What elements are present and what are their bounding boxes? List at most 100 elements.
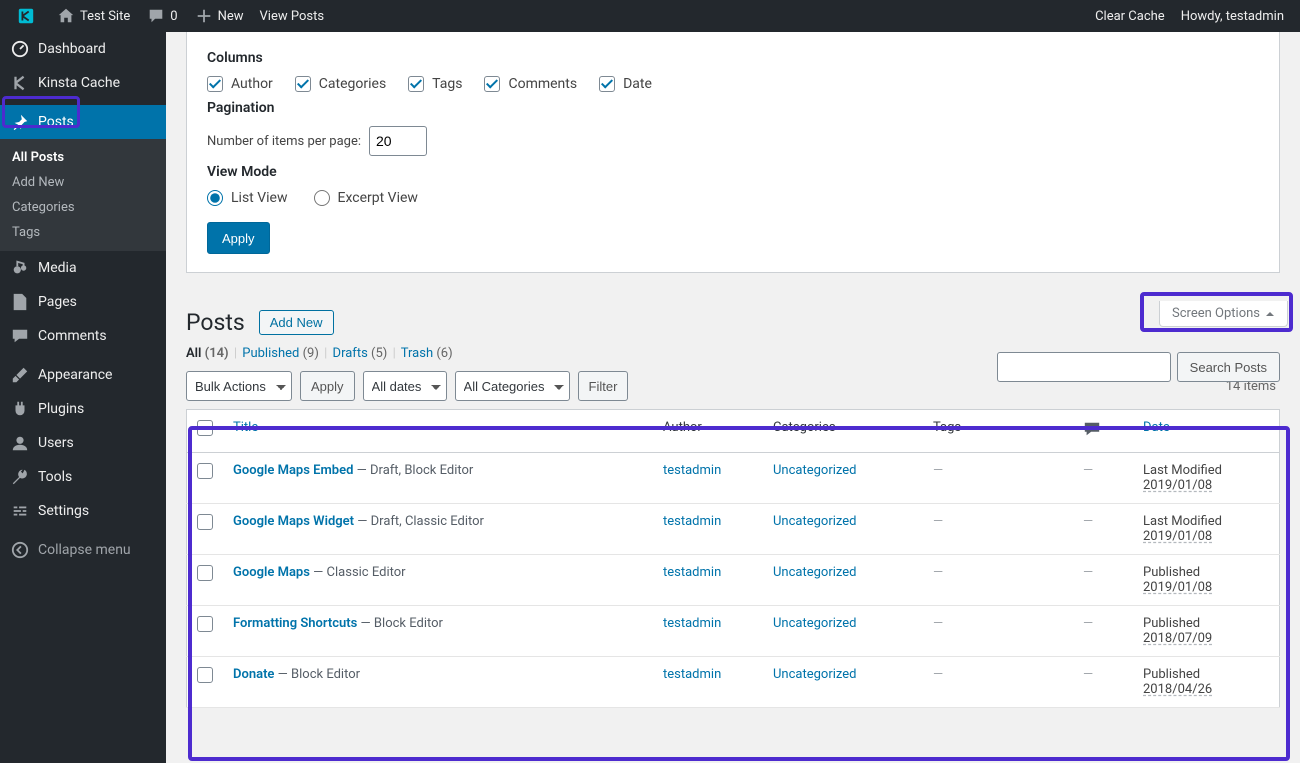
admin-bar: Test Site 0 New View Posts Clear Cache H… bbox=[0, 0, 1300, 32]
chevron-up-icon bbox=[1265, 309, 1275, 319]
table-row: Google Maps Embed — Draft, Block Editor … bbox=[187, 453, 1280, 504]
pagination-heading: Pagination bbox=[207, 100, 1259, 116]
menu-label: Kinsta Cache bbox=[38, 75, 120, 91]
posts-submenu: All Posts Add New Categories Tags bbox=[0, 139, 166, 251]
date-status: Last Modified bbox=[1143, 463, 1222, 478]
menu-pages[interactable]: Pages bbox=[0, 285, 166, 319]
menu-posts[interactable]: Posts bbox=[0, 105, 166, 139]
bulk-apply-button[interactable]: Apply bbox=[300, 371, 355, 401]
category-link[interactable]: Uncategorized bbox=[773, 616, 856, 631]
filter-trash[interactable]: Trash (6) bbox=[401, 346, 453, 361]
checkbox-categories[interactable] bbox=[295, 76, 311, 92]
comments-link[interactable]: 0 bbox=[138, 0, 185, 32]
author-link[interactable]: testadmin bbox=[663, 565, 721, 580]
col-toggle-comments[interactable]: Comments bbox=[484, 76, 577, 92]
menu-label: Appearance bbox=[38, 367, 112, 383]
search-button[interactable]: Search Posts bbox=[1177, 352, 1280, 382]
submenu-add-new[interactable]: Add New bbox=[0, 170, 166, 195]
date-value: 2018/07/09 bbox=[1143, 631, 1212, 646]
filter-all[interactable]: All (14) bbox=[186, 346, 229, 361]
menu-dashboard[interactable]: Dashboard bbox=[0, 32, 166, 66]
tags-value: — bbox=[933, 565, 943, 580]
menu-label: Tools bbox=[38, 469, 72, 485]
col-header-title[interactable]: Title bbox=[223, 410, 653, 453]
new-content-link[interactable]: New bbox=[186, 0, 252, 32]
category-link[interactable]: Uncategorized bbox=[773, 565, 856, 580]
author-link[interactable]: testadmin bbox=[663, 463, 721, 478]
author-link[interactable]: testadmin bbox=[663, 616, 721, 631]
date-filter-select[interactable]: All dates bbox=[363, 371, 447, 401]
count: (9) bbox=[303, 346, 319, 361]
radio-list-view[interactable] bbox=[207, 190, 223, 206]
select-all-checkbox[interactable] bbox=[197, 420, 213, 436]
view-posts-link[interactable]: View Posts bbox=[252, 0, 333, 32]
col-toggle-date[interactable]: Date bbox=[599, 76, 652, 92]
view-mode-list[interactable]: List View bbox=[207, 190, 288, 206]
menu-plugins[interactable]: Plugins bbox=[0, 392, 166, 426]
col-header-checkbox bbox=[187, 410, 224, 453]
col-label: Author bbox=[231, 76, 273, 92]
add-new-button[interactable]: Add New bbox=[259, 310, 334, 335]
post-title-link[interactable]: Formatting Shortcuts bbox=[233, 616, 357, 631]
menu-collapse[interactable]: Collapse menu bbox=[0, 533, 166, 567]
menu-media[interactable]: Media bbox=[0, 251, 166, 285]
row-checkbox[interactable] bbox=[197, 463, 213, 479]
clear-cache-link[interactable]: Clear Cache bbox=[1087, 0, 1173, 32]
row-checkbox[interactable] bbox=[197, 565, 213, 581]
row-checkbox[interactable] bbox=[197, 514, 213, 530]
post-title-link[interactable]: Google Maps Embed bbox=[233, 463, 353, 478]
author-link[interactable]: testadmin bbox=[663, 667, 721, 682]
category-link[interactable]: Uncategorized bbox=[773, 514, 856, 529]
post-title-link[interactable]: Google Maps bbox=[233, 565, 310, 580]
post-state: — Classic Editor bbox=[310, 565, 406, 580]
submenu-categories[interactable]: Categories bbox=[0, 195, 166, 220]
my-account-link[interactable]: Howdy, testadmin bbox=[1173, 0, 1292, 32]
row-checkbox[interactable] bbox=[197, 616, 213, 632]
count: (5) bbox=[371, 346, 387, 361]
radio-excerpt-view[interactable] bbox=[314, 190, 330, 206]
screen-options-label: Screen Options bbox=[1172, 306, 1260, 321]
screen-options-tab[interactable]: Screen Options bbox=[1159, 301, 1288, 327]
view-mode-excerpt[interactable]: Excerpt View bbox=[314, 190, 418, 206]
post-title-link[interactable]: Donate bbox=[233, 667, 274, 682]
col-toggle-author[interactable]: Author bbox=[207, 76, 273, 92]
col-label: Tags bbox=[432, 76, 462, 92]
menu-appearance[interactable]: Appearance bbox=[0, 358, 166, 392]
posts-table: Title Author Categories Tags Date Google… bbox=[186, 409, 1280, 708]
menu-users[interactable]: Users bbox=[0, 426, 166, 460]
kinsta-logo[interactable] bbox=[8, 0, 48, 32]
col-toggle-categories[interactable]: Categories bbox=[295, 76, 386, 92]
per-page-input[interactable] bbox=[369, 126, 427, 156]
clear-cache-label: Clear Cache bbox=[1095, 9, 1165, 24]
checkbox-comments[interactable] bbox=[484, 76, 500, 92]
col-header-comments[interactable] bbox=[1073, 410, 1133, 453]
col-header-date[interactable]: Date bbox=[1133, 410, 1280, 453]
menu-settings[interactable]: Settings bbox=[0, 494, 166, 528]
post-title-link[interactable]: Google Maps Widget bbox=[233, 514, 354, 529]
menu-label: Media bbox=[38, 260, 77, 276]
category-link[interactable]: Uncategorized bbox=[773, 667, 856, 682]
filter-published[interactable]: Published (9) bbox=[242, 346, 319, 361]
submenu-all-posts[interactable]: All Posts bbox=[0, 145, 166, 170]
separator: | bbox=[232, 346, 239, 361]
row-checkbox[interactable] bbox=[197, 667, 213, 683]
menu-label: Posts bbox=[38, 114, 74, 130]
menu-tools[interactable]: Tools bbox=[0, 460, 166, 494]
col-toggle-tags[interactable]: Tags bbox=[408, 76, 462, 92]
menu-kinsta-cache[interactable]: Kinsta Cache bbox=[0, 66, 166, 100]
category-link[interactable]: Uncategorized bbox=[773, 463, 856, 478]
author-link[interactable]: testadmin bbox=[663, 514, 721, 529]
bulk-actions-select[interactable]: Bulk Actions bbox=[186, 371, 292, 401]
submenu-tags[interactable]: Tags bbox=[0, 220, 166, 245]
site-name-link[interactable]: Test Site bbox=[48, 0, 138, 32]
menu-comments[interactable]: Comments bbox=[0, 319, 166, 353]
checkbox-author[interactable] bbox=[207, 76, 223, 92]
checkbox-tags[interactable] bbox=[408, 76, 424, 92]
filter-drafts[interactable]: Drafts (5) bbox=[333, 346, 388, 361]
screen-options-apply-button[interactable]: Apply bbox=[207, 222, 270, 254]
search-input[interactable] bbox=[997, 352, 1171, 382]
category-filter-select[interactable]: All Categories bbox=[455, 371, 570, 401]
filter-button[interactable]: Filter bbox=[578, 371, 629, 401]
comments-value: — bbox=[1083, 565, 1093, 580]
checkbox-date[interactable] bbox=[599, 76, 615, 92]
